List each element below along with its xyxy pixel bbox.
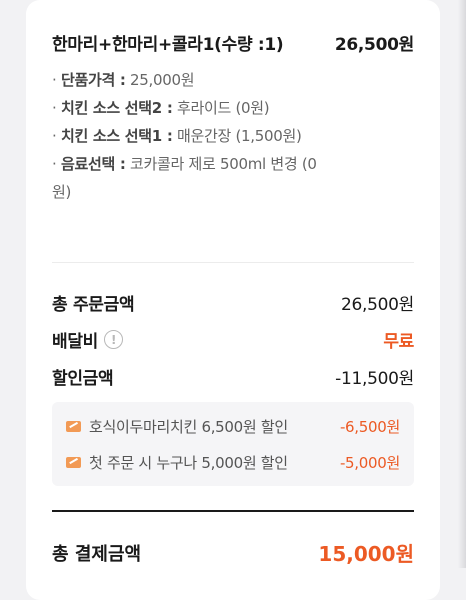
delivery-fee-row: 배달비 ! 무료: [52, 327, 414, 352]
option-line: · 음료선택 : 코카콜라 제로 500ml 변경 (0원): [52, 155, 317, 201]
order-total-row: 총 주문금액 26,500원: [52, 290, 414, 315]
item-price: 26,500원: [334, 35, 414, 55]
order-total-value: 26,500원: [340, 295, 414, 315]
discount-item: 첫 주문 시 누구나 5,000원 할인 -5,000원: [66, 452, 400, 473]
discount-item-amount: -6,500원: [339, 418, 400, 436]
section-divider: [52, 262, 414, 263]
grand-total-value: 15,000원: [318, 542, 414, 566]
total-divider: [52, 510, 414, 512]
info-circle-icon[interactable]: !: [104, 330, 124, 349]
delivery-fee-label: 배달비: [52, 332, 99, 352]
delivery-fee-label-wrap: 배달비 !: [52, 327, 124, 352]
discount-item: 호식이두마리치킨 6,500원 할인 -6,500원: [66, 416, 400, 437]
discount-total-row: 할인금액 -11,500원: [52, 364, 414, 389]
option-line: · 치킨 소스 선택2 : 후라이드 (0원): [52, 99, 270, 117]
discount-item-amount: -5,000원: [339, 454, 400, 472]
option-line: · 치킨 소스 선택1 : 매운간장 (1,500원): [52, 127, 302, 145]
discount-item-name: 호식이두마리치킨 6,500원 할인: [89, 418, 288, 436]
discount-item-left: 첫 주문 시 누구나 5,000원 할인: [66, 452, 288, 473]
order-summary-card: 한마리+한마리+콜라1(수량 :1) 26,500원 · 단품가격 : 25,0…: [26, 0, 440, 600]
option-line: · 단품가격 : 25,000원: [52, 71, 195, 89]
grand-total-row: 총 결제금액 15,000원: [52, 538, 414, 567]
item-row: 한마리+한마리+콜라1(수량 :1) 26,500원: [52, 30, 414, 55]
delivery-fee-value: 무료: [383, 332, 414, 352]
item-title: 한마리+한마리+콜라1(수량 :1): [52, 35, 284, 55]
grand-total-label: 총 결제금액: [52, 543, 142, 565]
item-options: · 단품가격 : 25,000원 · 치킨 소스 선택2 : 후라이드 (0원)…: [52, 66, 322, 206]
scroll-edge-shadow: [458, 0, 466, 568]
discount-item-left: 호식이두마리치킨 6,500원 할인: [66, 416, 288, 437]
discount-detail-box: 호식이두마리치킨 6,500원 할인 -6,500원 첫 주문 시 누구나 5,…: [52, 402, 414, 486]
coupon-icon: [66, 457, 81, 468]
coupon-icon: [66, 421, 81, 432]
discount-total-value: -11,500원: [335, 369, 414, 389]
order-total-label: 총 주문금액: [52, 295, 135, 315]
discount-item-name: 첫 주문 시 누구나 5,000원 할인: [89, 454, 288, 472]
discount-total-label: 할인금액: [52, 369, 114, 389]
